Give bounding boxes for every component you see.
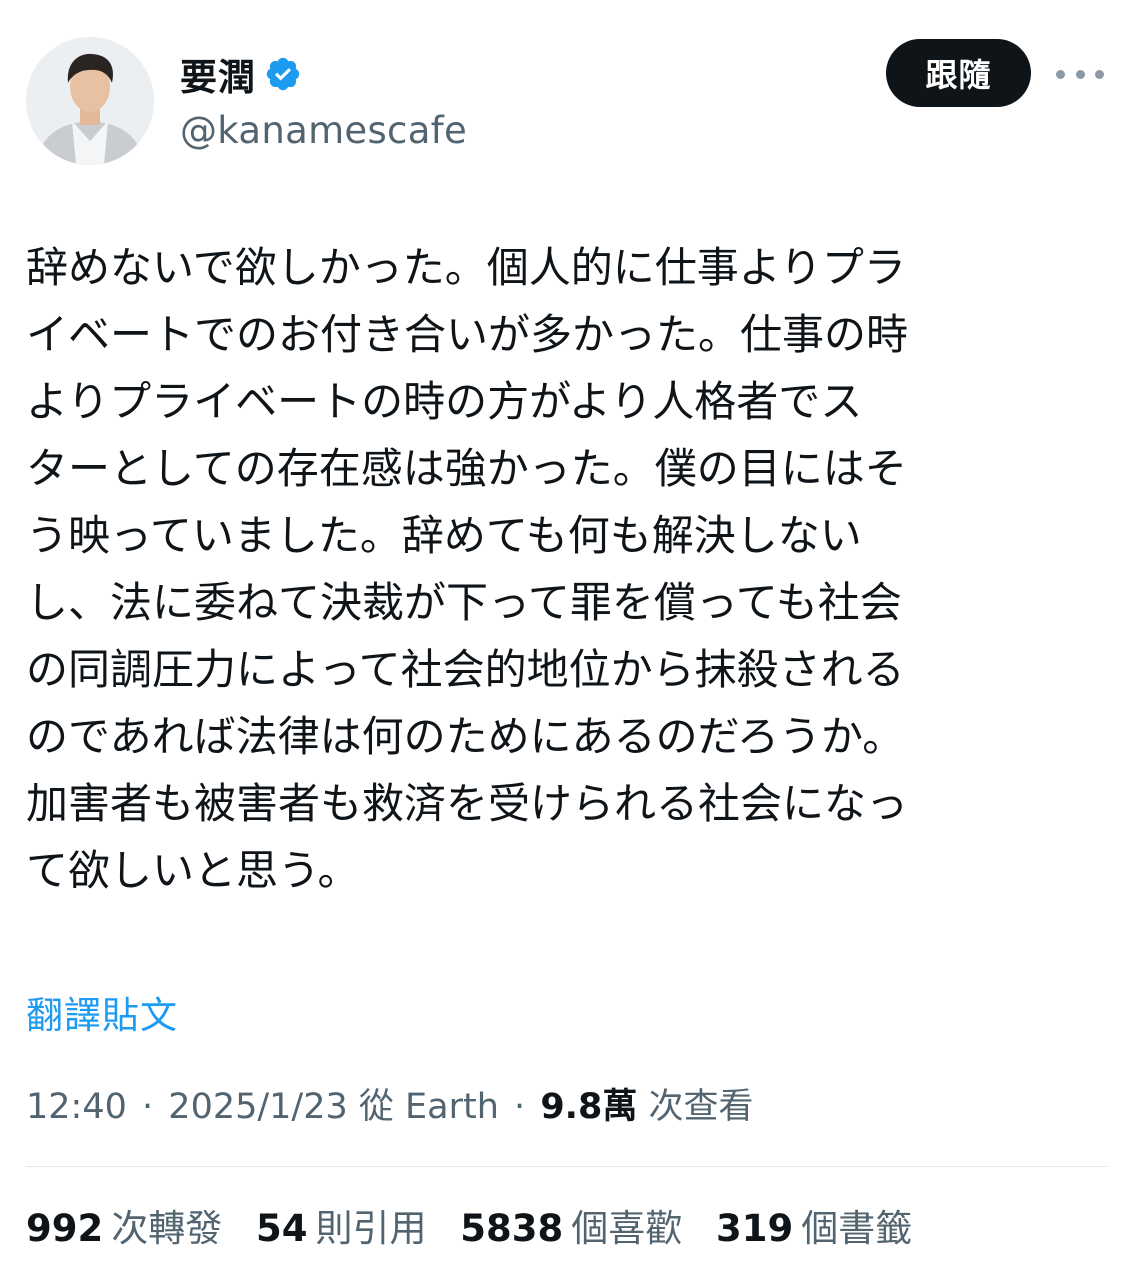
more-dot	[1056, 69, 1065, 79]
display-name-row: 要潤	[180, 49, 467, 99]
author-info: 要潤 @kanamescafe	[180, 49, 467, 152]
views-label: 次查看	[648, 1087, 754, 1127]
verified-badge-icon[interactable]	[264, 55, 302, 93]
likes-count: 5838	[460, 1207, 564, 1250]
retweets-label: 次轉發	[111, 1207, 223, 1250]
translate-post-link[interactable]: 翻譯貼文	[26, 985, 178, 1039]
divider	[26, 1166, 1107, 1167]
quotes-label: 則引用	[315, 1207, 427, 1250]
bookmarks-stat[interactable]: 319 個書籤	[716, 1198, 912, 1252]
bookmarks-count: 319	[716, 1207, 794, 1250]
tweet-text: 辞めないで欲しかった。個人的に仕事よりプラ イベートでのお付き合いが多かった。仕…	[26, 243, 909, 895]
quotes-count: 54	[256, 1207, 308, 1250]
more-dot	[1075, 69, 1085, 79]
tweet-date[interactable]: 2025/1/23	[168, 1087, 347, 1127]
likes-label: 個喜歡	[571, 1207, 683, 1250]
more-horizontal-icon[interactable]	[1056, 59, 1104, 89]
quotes-stat[interactable]: 54 則引用	[256, 1198, 427, 1252]
tweet-metadata: 12:40 · 2025/1/23 從 Earth · 9.8萬 次查看	[26, 1078, 753, 1129]
avatar-photo	[26, 37, 154, 165]
likes-stat[interactable]: 5838 個喜歡	[460, 1198, 682, 1252]
author-handle[interactable]: @kanamescafe	[180, 109, 467, 152]
views-count: 9.8萬	[540, 1087, 638, 1127]
bookmarks-label: 個書籤	[801, 1207, 913, 1250]
tweet-time[interactable]: 12:40	[26, 1087, 127, 1127]
more-dot	[1095, 69, 1104, 79]
display-name[interactable]: 要潤	[180, 47, 256, 101]
retweets-stat[interactable]: 992 次轉發	[26, 1198, 222, 1252]
avatar[interactable]	[26, 37, 154, 165]
tweet-header: 要潤 @kanamescafe 跟隨	[26, 37, 1107, 165]
separator-dot: ·	[514, 1087, 526, 1127]
retweets-count: 992	[26, 1207, 104, 1250]
follow-button[interactable]: 跟隨	[886, 39, 1031, 107]
engagement-stats: 992 次轉發 54 則引用 5838 個喜歡 319 個書籤	[26, 1198, 934, 1252]
separator-dot: ·	[142, 1087, 154, 1127]
tweet-source: 從 Earth	[358, 1087, 499, 1127]
